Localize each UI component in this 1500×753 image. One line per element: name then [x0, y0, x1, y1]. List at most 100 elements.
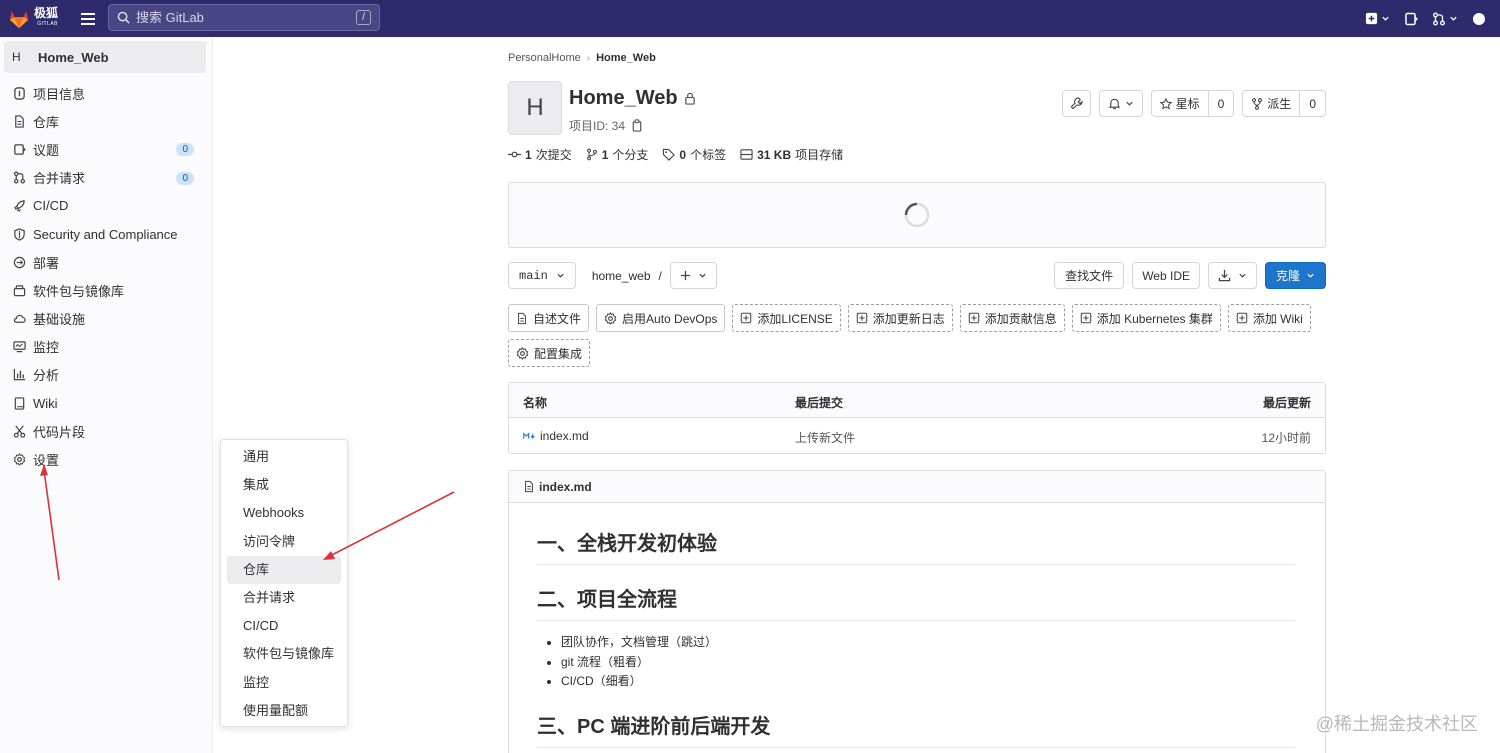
sidebar-item-wiki[interactable]: Wiki	[0, 389, 212, 417]
fork-count[interactable]: 0	[1299, 91, 1325, 116]
flyout-item-merge-requests[interactable]: 合并请求	[227, 584, 341, 612]
search-box[interactable]: /	[108, 4, 380, 31]
issues-icon	[1405, 12, 1418, 25]
search-input[interactable]	[136, 10, 336, 25]
gear-icon	[12, 453, 26, 467]
download-button[interactable]	[1207, 262, 1257, 289]
chevron-down-icon	[1125, 101, 1133, 106]
add-wiki-button[interactable]: 添加 Wiki	[1227, 304, 1311, 332]
readme-shortcut-button[interactable]: 自述文件	[508, 304, 590, 332]
list-item: git 流程（粗看）	[561, 653, 1297, 673]
readme-content: 一、全栈开发初体验 二、项目全流程 团队协作，文档管理（跳过） git 流程（粗…	[509, 503, 1325, 748]
project-id: 项目ID: 34	[569, 117, 643, 134]
user-avatar-menu[interactable]	[1472, 12, 1486, 26]
merge-requests-nav-button[interactable]	[1432, 12, 1458, 26]
plus-icon	[680, 270, 690, 281]
find-file-button[interactable]: 查找文件	[1054, 262, 1125, 289]
flyout-item-integrations[interactable]: 集成	[227, 471, 341, 499]
chevron-down-icon	[1450, 16, 1457, 21]
branches-stat[interactable]: 1 个分支	[586, 146, 649, 163]
file-icon	[525, 480, 533, 493]
fox-logo-icon	[9, 10, 29, 28]
sidebar-item-packages[interactable]: 软件包与镜像库	[0, 276, 212, 304]
brand-text: 极狐 GITLAB	[34, 7, 58, 30]
shortcut-label: 添加贡献信息	[984, 311, 1057, 326]
fork-button-group: 派生 0	[1242, 90, 1326, 117]
search-shortcut-key: /	[356, 10, 371, 25]
flyout-item-usage-quotas[interactable]: 使用量配额	[227, 697, 341, 725]
branch-selector[interactable]: main	[508, 262, 576, 289]
last-commit-message[interactable]: 上传新文件	[795, 429, 855, 446]
star-label: 星标	[1175, 97, 1200, 111]
merge-request-icon	[1433, 12, 1445, 25]
sidebar-item-label: 合并请求	[33, 171, 86, 187]
flyout-item-repository[interactable]: 仓库	[227, 555, 341, 584]
branches-label: 个分支	[612, 148, 649, 162]
flyout-item-general[interactable]: 通用	[227, 443, 341, 471]
flyout-item-webhooks[interactable]: Webhooks	[227, 499, 341, 527]
sidebar-item-settings[interactable]: 设置	[0, 445, 212, 473]
storage-label: 项目存储	[795, 148, 844, 162]
tags-stat[interactable]: 0 个标签	[662, 146, 726, 163]
sidebar-item-snippets[interactable]: 代码片段	[0, 417, 212, 445]
sidebar-item-merge-requests[interactable]: 合并请求 0	[0, 164, 212, 192]
breadcrumb-parent[interactable]: PersonalHome	[508, 52, 581, 64]
auto-devops-shortcut-button[interactable]: 启用Auto DevOps	[596, 304, 726, 332]
star-button[interactable]: 星标	[1152, 95, 1208, 112]
web-ide-button[interactable]: Web IDE	[1132, 262, 1200, 289]
sidebar-item-repository[interactable]: 仓库	[0, 107, 212, 135]
sidebar-item-label: CI/CD	[33, 198, 69, 214]
chart-icon	[12, 368, 26, 382]
table-row: index.md 上传新文件 12小时前	[509, 418, 1325, 453]
add-to-tree-button[interactable]	[669, 262, 717, 289]
sidebar-item-project-info[interactable]: 项目信息	[0, 79, 212, 107]
clone-button[interactable]: 克隆	[1264, 262, 1326, 289]
flyout-item-access-tokens[interactable]: 访问令牌	[227, 528, 341, 556]
brand-logo[interactable]: 极狐 GITLAB	[8, 0, 63, 37]
sidebar-item-label: 监控	[33, 340, 60, 356]
file-name: index.md	[540, 429, 589, 443]
chevron-down-icon	[1239, 273, 1246, 278]
list-item: 团队协作，文档管理（跳过）	[561, 633, 1297, 653]
sidebar-item-infrastructure[interactable]: 基础设施	[0, 305, 212, 333]
sidebar-item-issues[interactable]: 议题 0	[0, 135, 212, 163]
hamburger-menu-icon[interactable]	[77, 8, 99, 30]
branch-icon	[586, 148, 597, 161]
add-kubernetes-cluster-button[interactable]: 添加 Kubernetes 集群	[1071, 304, 1221, 332]
package-icon	[12, 283, 26, 297]
sidebar-item-analytics[interactable]: 分析	[0, 361, 212, 389]
add-changelog-button[interactable]: 添加更新日志	[847, 304, 953, 332]
project-stats: 1 次提交 1 个分支 0 个标签 31 KB 项目存储	[508, 146, 1326, 163]
copy-icon[interactable]	[631, 119, 643, 132]
flyout-item-packages[interactable]: 软件包与镜像库	[227, 640, 341, 668]
notification-button[interactable]	[1098, 90, 1143, 117]
fork-icon	[1252, 97, 1263, 110]
column-header-name: 名称	[523, 396, 548, 410]
sidebar-item-security[interactable]: Security and Compliance	[0, 220, 212, 248]
star-button-group: 星标 0	[1150, 90, 1235, 117]
storage-stat[interactable]: 31 KB 项目存储	[740, 146, 843, 163]
loading-spinner-icon	[904, 202, 930, 228]
sidebar-item-cicd[interactable]: CI/CD	[0, 192, 212, 220]
fork-button[interactable]: 派生	[1243, 95, 1299, 112]
configure-integrations-button[interactable]: 配置集成	[508, 339, 591, 367]
add-license-button[interactable]: 添加LICENSE	[732, 304, 841, 332]
commits-stat[interactable]: 1 次提交	[508, 146, 572, 163]
sidebar-item-monitor[interactable]: 监控	[0, 333, 212, 361]
create-new-button[interactable]	[1365, 12, 1390, 25]
breadcrumb-current[interactable]: Home_Web	[596, 52, 656, 64]
issues-nav-button[interactable]	[1404, 12, 1418, 26]
breadcrumb: PersonalHome › Home_Web	[508, 52, 1326, 64]
gear-icon	[516, 346, 529, 360]
readme-filename[interactable]: index.md	[539, 480, 592, 494]
sidebar-item-deployments[interactable]: 部署	[0, 248, 212, 276]
sidebar-project-header[interactable]: H Home_Web	[4, 41, 206, 73]
file-name-cell[interactable]: index.md	[523, 429, 589, 443]
star-count[interactable]: 0	[1207, 91, 1234, 116]
flyout-item-cicd[interactable]: CI/CD	[227, 612, 341, 640]
project-settings-button[interactable]	[1061, 90, 1091, 117]
repo-path[interactable]: home_web	[592, 269, 651, 283]
flyout-item-monitor[interactable]: 监控	[227, 669, 341, 697]
issues-icon	[12, 142, 26, 156]
add-contributing-button[interactable]: 添加贡献信息	[959, 304, 1065, 332]
